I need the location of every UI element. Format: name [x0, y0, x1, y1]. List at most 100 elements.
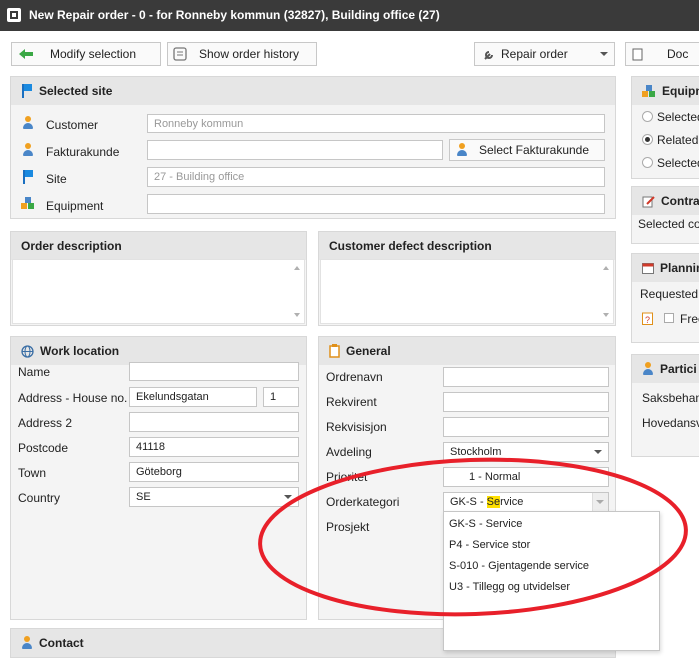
dropdown-option[interactable]: S-010 - Gjentagende service — [449, 560, 589, 572]
dropdown-option[interactable]: U3 - Tillegg og utvidelser — [449, 581, 570, 593]
general-title: General — [346, 344, 391, 358]
dropdown-toggle[interactable] — [592, 493, 608, 511]
svg-text:?: ? — [645, 315, 650, 325]
person-icon — [456, 143, 468, 157]
globe-icon — [21, 344, 34, 358]
ordrenavn-label: Ordrenavn — [326, 370, 383, 384]
dropdown-option[interactable]: P4 - Service stor — [449, 539, 530, 551]
address2-field[interactable] — [129, 412, 299, 432]
history-icon — [173, 47, 187, 61]
orderkategori-highlight: Se — [486, 496, 501, 508]
equipment-filter-title: Equipm — [662, 84, 699, 98]
avdeling-select[interactable]: Stockholm — [443, 442, 609, 462]
town-label: Town — [18, 466, 47, 480]
name-field[interactable] — [129, 362, 299, 381]
orderkategori-dropdown-list: GK-S - Service P4 - Service stor S-010 -… — [443, 511, 660, 651]
fakturakunde-person-icon — [22, 143, 34, 157]
selected-site-header: Selected site — [11, 77, 615, 105]
radio-related[interactable] — [642, 134, 653, 145]
contact-title: Contact — [39, 636, 84, 650]
equipment-field[interactable] — [147, 194, 605, 214]
modify-selection-button[interactable]: Modify selection — [11, 42, 161, 66]
site-label: Site — [46, 172, 67, 186]
scroll-up-icon[interactable] — [603, 266, 609, 270]
documents-label: Doc — [667, 47, 689, 61]
radio-selected2-label: Selected — [657, 156, 699, 170]
avdeling-value: Stockholm — [450, 446, 502, 458]
prioritet-label: Prioritet — [326, 470, 368, 484]
ordrenavn-field[interactable] — [443, 367, 609, 387]
window-title: New Repair order - 0 - for Ronneby kommu… — [29, 8, 440, 22]
radio-selected-2[interactable] — [642, 157, 653, 168]
fakturakunde-field[interactable] — [147, 140, 443, 160]
scroll-down-icon[interactable] — [603, 313, 609, 317]
radio-selected-label: Selected — [657, 110, 699, 124]
site-field[interactable]: 27 - Building office — [147, 167, 605, 187]
order-description-header: Order description — [11, 232, 306, 260]
country-value: SE — [136, 491, 151, 503]
show-order-history-button[interactable]: Show order history — [167, 42, 317, 66]
address-field[interactable]: Ekelundsgatan — [129, 387, 257, 407]
arrow-left-icon — [19, 49, 33, 59]
house-no-field[interactable]: 1 — [263, 387, 299, 407]
equipment-cubes-icon — [21, 197, 35, 210]
show-order-history-label: Show order history — [198, 47, 300, 61]
chevron-down-icon — [594, 450, 602, 454]
address-label: Address - House no. — [18, 391, 128, 405]
window-icon — [7, 8, 21, 22]
postcode-field[interactable]: 41118 — [129, 437, 299, 457]
scroll-up-icon[interactable] — [294, 266, 300, 270]
rekvirent-field[interactable] — [443, 392, 609, 412]
customer-defect-title: Customer defect description — [329, 239, 492, 253]
country-select[interactable]: SE — [129, 487, 299, 507]
participants-title: Partici — [660, 362, 697, 376]
customer-person-icon — [22, 116, 34, 130]
chevron-down-icon — [600, 52, 608, 56]
select-fakturakunde-button[interactable]: Select Fakturakunde — [449, 139, 605, 161]
customer-field[interactable]: Ronneby kommun — [147, 114, 605, 133]
radio-selected[interactable] — [642, 111, 653, 122]
contract-text: Selected con — [638, 217, 699, 231]
prosjekt-label: Prosjekt — [326, 520, 370, 534]
participants-header: Partici — [632, 355, 699, 383]
address2-label: Address 2 — [18, 416, 73, 430]
order-description-textarea[interactable] — [12, 259, 305, 324]
scroll-down-icon[interactable] — [294, 313, 300, 317]
prioritet-select[interactable]: 1 - Normal — [443, 467, 609, 487]
person-icon — [21, 636, 33, 650]
document-icon — [632, 48, 643, 60]
customer-defect-textarea[interactable] — [320, 259, 614, 324]
avdeling-label: Avdeling — [326, 445, 372, 459]
saksbehandler-label: Saksbehand — [642, 391, 699, 405]
documents-button[interactable]: Doc — [625, 42, 699, 66]
free-label: Free — [680, 312, 699, 326]
window-titlebar: New Repair order - 0 - for Ronneby kommu… — [0, 0, 699, 31]
site-flag-icon — [22, 170, 34, 184]
orderkategori-prefix: GK-S - — [450, 496, 487, 508]
clipboard-icon — [329, 344, 340, 358]
repair-order-dropdown[interactable]: Repair order — [474, 42, 615, 66]
hovedansvar-label: Hovedansva — [642, 416, 699, 430]
rekvirent-label: Rekvirent — [326, 395, 377, 409]
prioritet-value: 1 - Normal — [469, 471, 521, 483]
person-icon — [642, 362, 654, 376]
planning-title: Plannin — [660, 261, 699, 275]
orderkategori-select[interactable]: GK-S - Se rvice — [443, 492, 609, 512]
dropdown-option[interactable]: GK-S - Service — [449, 518, 522, 530]
customer-defect-panel: Customer defect description — [318, 231, 616, 326]
flag-icon — [21, 84, 33, 98]
chevron-down-icon — [284, 495, 292, 499]
contract-header: Contra — [632, 187, 699, 215]
orderkategori-label: Orderkategori — [326, 495, 400, 509]
customer-defect-header: Customer defect description — [319, 232, 615, 260]
town-field[interactable]: Göteborg — [129, 462, 299, 482]
free-checkbox[interactable] — [664, 313, 674, 323]
orderkategori-suffix: rvice — [500, 496, 524, 508]
repair-order-label: Repair order — [501, 47, 568, 61]
work-location-header: Work location — [11, 337, 306, 365]
customer-label: Customer — [46, 118, 99, 132]
contract-title: Contra — [661, 194, 699, 208]
equipment-label: Equipment — [46, 199, 104, 213]
rekvisisjon-field[interactable] — [443, 417, 609, 437]
wrench-icon — [484, 50, 493, 60]
